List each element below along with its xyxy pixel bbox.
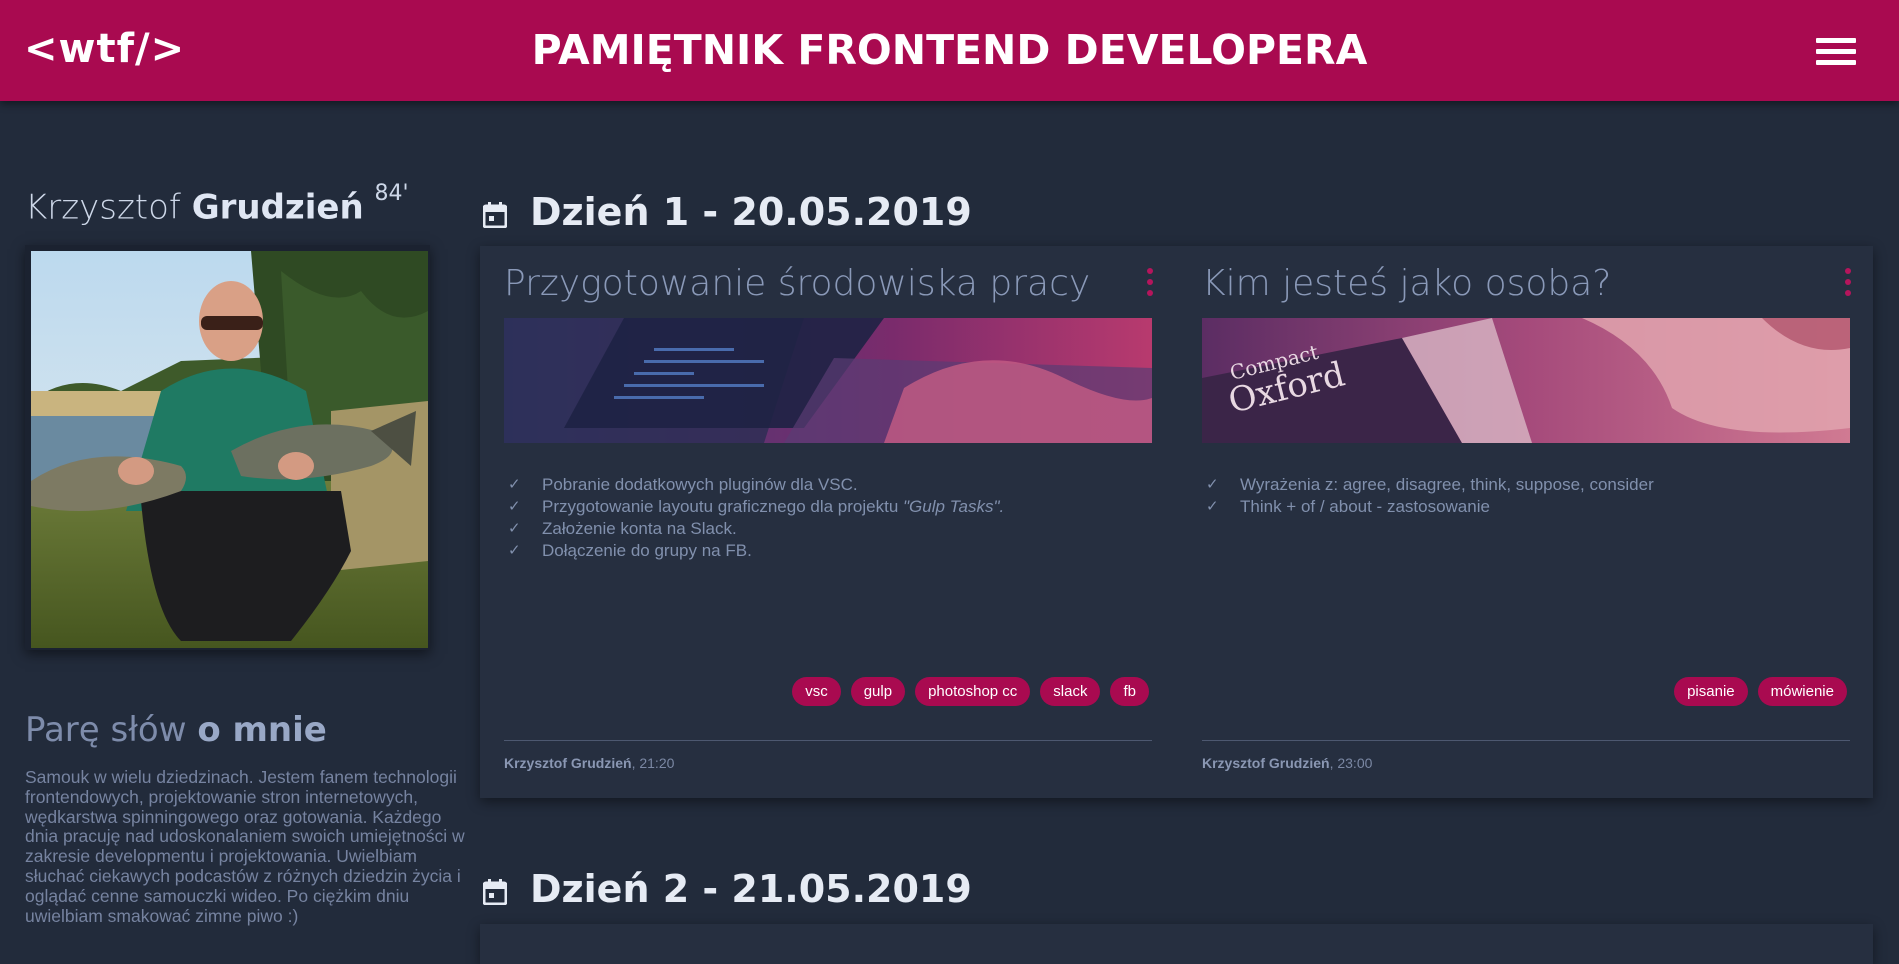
checkmark-icon: ✓ (508, 520, 521, 537)
entry-time: , 23:00 (1329, 755, 1373, 771)
day-card: Przygotowanie środowiska pracy ✓ Pobrani… (480, 246, 1873, 798)
entry-footer: Krzysztof Grudzień, 21:20 (504, 755, 674, 771)
author-year: 84' (374, 181, 409, 206)
entry-title: Przygotowanie środowiska pracy (504, 263, 1091, 304)
task-list: ✓ Wyrażenia z: agree, disagree, think, su… (1202, 474, 1654, 518)
entry-footer: Krzysztof Grudzień, 23:00 (1202, 755, 1372, 771)
task-text: Think + of / about - zastosowanie (1240, 497, 1490, 516)
list-item: ✓ Dołączenie do grupy na FB. (504, 540, 1004, 562)
about-title: Parę słów o mnie (25, 710, 327, 750)
entry-card: Kim jesteś jako osoba? Oxford Compact ✓ … (1202, 246, 1852, 798)
task-list: ✓ Pobranie dodatkowych pluginów dla VSC. … (504, 474, 1004, 562)
divider (1202, 740, 1850, 741)
author-last-name: Grudzień (191, 187, 364, 228)
author-name: Krzysztof Grudzień 84' (25, 181, 409, 228)
tag[interactable]: fb (1110, 677, 1149, 706)
day-card (480, 924, 1873, 964)
day-title: Dzień 1 - 20.05.2019 (530, 190, 972, 234)
tag-list: pisanie mówienie (1674, 677, 1847, 706)
top-bar: <wtf/> PAMIĘTNIK FRONTEND DEVELOPERA (0, 0, 1899, 101)
more-options-icon[interactable] (1844, 268, 1852, 298)
list-item: ✓ Think + of / about - zastosowanie (1202, 496, 1654, 518)
about-title-part-2: o mnie (197, 710, 327, 750)
author-first-name: Krzysztof (25, 187, 181, 228)
tag[interactable]: vsc (792, 677, 841, 706)
list-item: ✓ Pobranie dodatkowych pluginów dla VSC. (504, 474, 1004, 496)
checkmark-icon: ✓ (1206, 476, 1219, 493)
checkmark-icon: ✓ (1206, 498, 1219, 515)
entry-image-book: Oxford Compact (1202, 318, 1850, 443)
checkmark-icon: ✓ (508, 498, 521, 515)
author-photo (31, 251, 428, 648)
entry-author: Krzysztof Grudzień (1202, 755, 1330, 771)
entry-image-laptop (504, 318, 1152, 443)
tag[interactable]: gulp (850, 677, 906, 706)
list-item: ✓ Przygotowanie layoutu graficznego dla p… (504, 496, 1004, 518)
task-text: Dołączenie do grupy na FB. (542, 541, 752, 560)
task-text: Wyrażenia z: agree, disagree, think, sup… (1240, 475, 1654, 494)
entry-time: , 21:20 (631, 755, 675, 771)
more-options-icon[interactable] (1146, 268, 1154, 298)
tag-list: vsc gulp photoshop cc slack fb (792, 677, 1149, 706)
tag[interactable]: photoshop cc (915, 677, 1031, 706)
tag[interactable]: mówienie (1757, 677, 1847, 706)
about-title-part-1: Parę słów (25, 710, 187, 750)
tag[interactable]: slack (1040, 677, 1101, 706)
entry-title: Kim jesteś jako osoba? (1202, 263, 1612, 304)
calendar-icon (483, 879, 507, 905)
entry-card: Przygotowanie środowiska pracy ✓ Pobrani… (504, 246, 1154, 798)
task-text: Założenie konta na Slack. (542, 519, 737, 538)
hamburger-menu-icon[interactable] (1816, 38, 1856, 66)
site-title: PAMIĘTNIK FRONTEND DEVELOPERA (531, 26, 1368, 74)
checkmark-icon: ✓ (508, 542, 521, 559)
checkmark-icon: ✓ (508, 476, 521, 493)
task-text: Pobranie dodatkowych pluginów dla VSC. (542, 475, 858, 494)
list-item: ✓ Wyrażenia z: agree, disagree, think, su… (1202, 474, 1654, 496)
entry-author: Krzysztof Grudzień (504, 755, 632, 771)
day-title: Dzień 2 - 21.05.2019 (530, 867, 972, 911)
task-text: Przygotowanie layoutu graficznego dla pr… (542, 497, 899, 516)
about-text: Samouk w wielu dziedzinach. Jestem fanem… (25, 767, 465, 926)
task-project-name: "Gulp Tasks". (903, 497, 1005, 516)
calendar-icon (483, 202, 507, 228)
tag[interactable]: pisanie (1674, 677, 1748, 706)
avatar (25, 245, 430, 650)
divider (504, 740, 1152, 741)
list-item: ✓ Założenie konta na Slack. (504, 518, 1004, 540)
